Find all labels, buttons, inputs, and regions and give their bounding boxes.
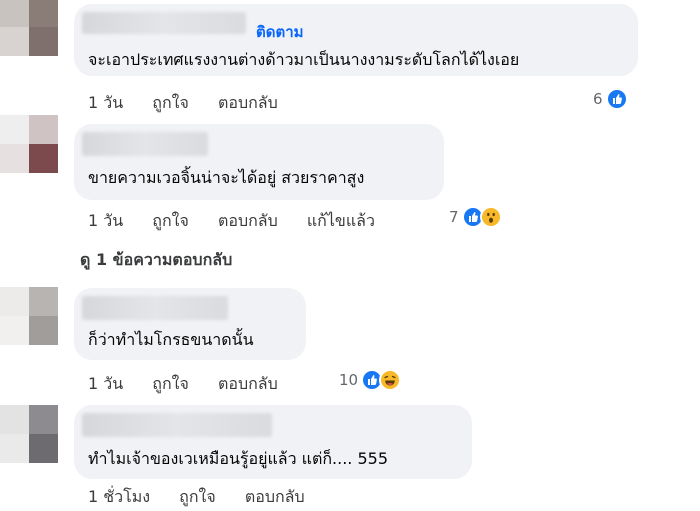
reaction-summary[interactable]: 6	[593, 88, 628, 110]
comment-bubble: ขายความเวอจิ้นน่าจะได้อยู่ สวยราคาสูง	[74, 124, 444, 200]
view-replies-label: ดู 1 ข้อความตอบกลับ	[80, 250, 233, 269]
avatar[interactable]	[0, 0, 58, 56]
like-button[interactable]: ถูกใจ	[152, 93, 189, 112]
reaction-count: 7	[449, 208, 459, 226]
timestamp[interactable]: 1 วัน	[88, 374, 123, 393]
comment-text: ก็ว่าทำไมโกรธขนาดนั้น	[88, 330, 254, 349]
timestamp[interactable]: 1 ชั่วโมง	[88, 487, 150, 506]
like-button[interactable]: ถูกใจ	[152, 211, 189, 230]
reply-button[interactable]: ตอบกลับ	[218, 93, 278, 112]
comment-bubble: ทำไมเจ้าของเวเหมือนรู้อยู่แล้ว แต่ก็....…	[74, 405, 472, 479]
comment-actions: 1 วัน ถูกใจ ตอบกลับ แก้ไขแล้ว	[88, 209, 399, 234]
author-name-redacted[interactable]	[82, 296, 228, 320]
reaction-count: 10	[339, 371, 359, 389]
like-button[interactable]: ถูกใจ	[152, 374, 189, 393]
reply-button[interactable]: ตอบกลับ	[218, 374, 278, 393]
timestamp[interactable]: 1 วัน	[88, 211, 123, 230]
follow-link[interactable]: ติดตาม	[256, 20, 304, 44]
comment-actions: 1 วัน ถูกใจ ตอบกลับ	[88, 91, 302, 116]
author-name-redacted[interactable]	[82, 413, 272, 437]
comment-text: จะเอาประเทศแรงงานต่างด้าวมาเป็นนางงามระด…	[88, 50, 520, 69]
comment-actions: 1 ชั่วโมง ถูกใจ ตอบกลับ	[88, 485, 329, 510]
like-button[interactable]: ถูกใจ	[179, 487, 216, 506]
reply-button[interactable]: ตอบกลับ	[245, 487, 305, 506]
haha-icon	[379, 369, 402, 391]
author-name-redacted[interactable]	[82, 132, 208, 156]
comment-text: ทำไมเจ้าของเวเหมือนรู้อยู่แล้ว แต่ก็....…	[88, 449, 388, 468]
avatar[interactable]	[0, 115, 58, 173]
comment-actions: 1 วัน ถูกใจ ตอบกลับ	[88, 372, 302, 397]
author-name-redacted[interactable]	[82, 12, 246, 34]
reaction-summary[interactable]: 7	[449, 206, 502, 228]
edited-label: แก้ไขแล้ว	[306, 211, 375, 230]
view-replies-link[interactable]: ดู 1 ข้อความตอบกลับ	[72, 248, 232, 273]
avatar[interactable]	[0, 287, 58, 345]
like-icon	[605, 88, 628, 110]
comment-bubble: ติดตาม จะเอาประเทศแรงงานต่างด้าวมาเป็นนา…	[74, 4, 638, 76]
reaction-count: 6	[593, 90, 603, 108]
wow-icon	[479, 206, 502, 228]
comment-text: ขายความเวอจิ้นน่าจะได้อยู่ สวยราคาสูง	[88, 168, 365, 187]
avatar[interactable]	[0, 405, 58, 463]
timestamp[interactable]: 1 วัน	[88, 93, 123, 112]
reply-button[interactable]: ตอบกลับ	[218, 211, 278, 230]
reaction-summary[interactable]: 10	[339, 369, 402, 391]
comment-bubble: ก็ว่าทำไมโกรธขนาดนั้น	[74, 288, 306, 360]
